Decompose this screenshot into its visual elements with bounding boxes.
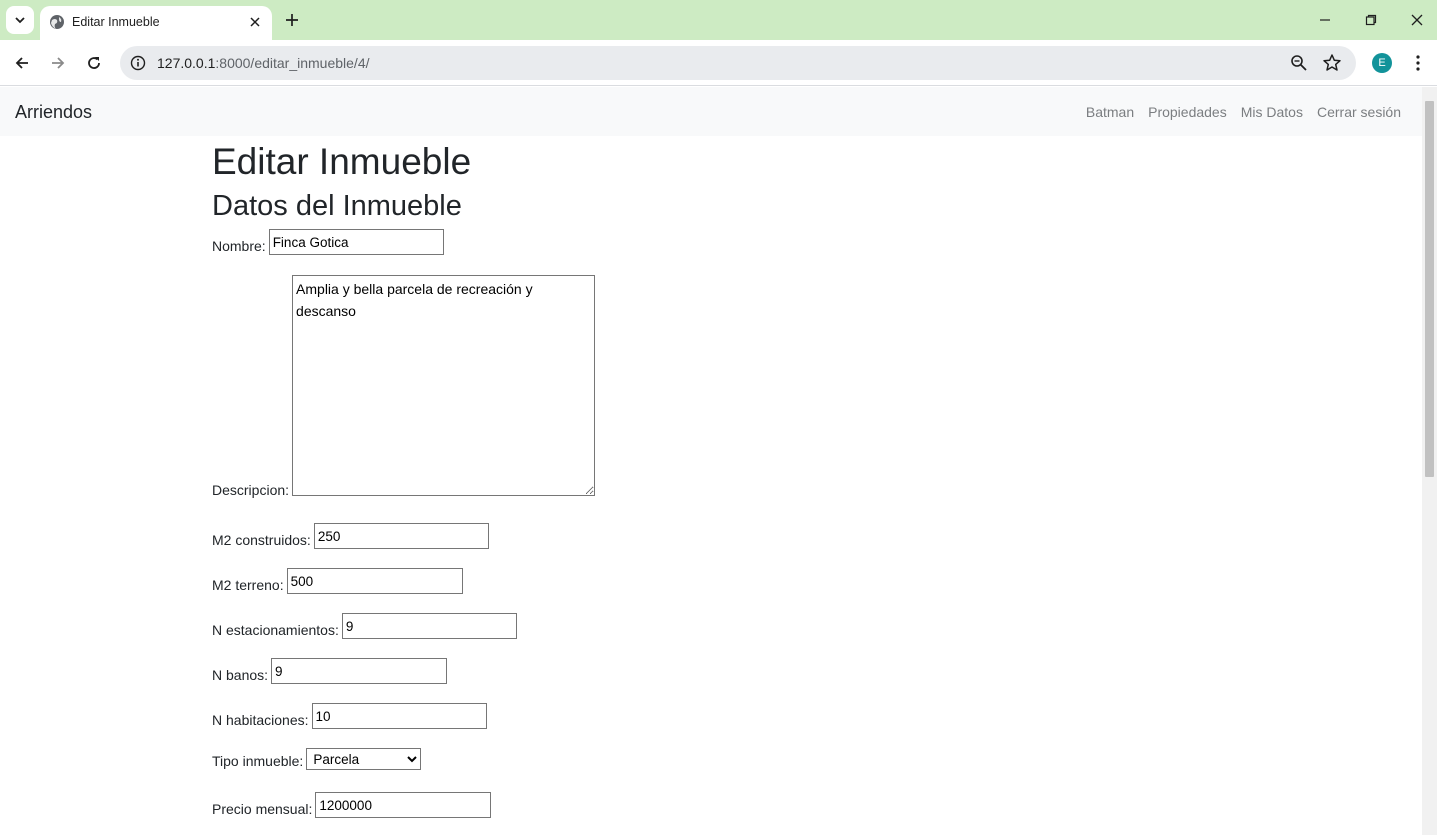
nombre-input[interactable] (268, 229, 444, 255)
site-navbar: Arriendos Batman Propiedades Mis Datos C… (0, 87, 1422, 136)
zoom-icon[interactable] (1290, 54, 1308, 72)
section-title: Datos del Inmueble (212, 190, 462, 222)
estacionamientos-input[interactable] (341, 613, 517, 639)
chevron-down-icon (15, 17, 25, 24)
profile-avatar[interactable]: E (1372, 53, 1392, 73)
nombre-label: Nombre: (212, 238, 266, 254)
descripcion-label: Descripcion: (212, 482, 290, 498)
nav-link-cerrar-sesion[interactable]: Cerrar sesión (1317, 103, 1401, 121)
close-tab-icon[interactable] (246, 13, 264, 31)
address-bar[interactable]: 127.0.0.1:8000/editar_inmueble/4/ (120, 46, 1356, 80)
m2-terreno-input[interactable] (286, 568, 463, 594)
banos-label: N banos: (212, 667, 269, 683)
precio-mensual-field-row: Precio mensual: (212, 792, 492, 818)
banos-field-row: N banos: (212, 658, 448, 684)
browser-tab-active[interactable]: Editar Inmueble (40, 6, 272, 40)
page-viewport: Arriendos Batman Propiedades Mis Datos C… (0, 87, 1422, 835)
descripcion-field-row: Descripcion: Amplia y bella parcela de r… (212, 275, 596, 498)
restore-icon[interactable] (1359, 8, 1383, 32)
page-title: Editar Inmueble (212, 141, 472, 182)
bookmark-star-icon[interactable] (1322, 53, 1342, 73)
habitaciones-field-row: N habitaciones: (212, 703, 487, 729)
reload-icon[interactable] (82, 51, 106, 75)
banos-input[interactable] (271, 658, 448, 684)
nav-link-user[interactable]: Batman (1086, 103, 1134, 121)
nav-link-mis-datos[interactable]: Mis Datos (1241, 103, 1303, 121)
m2-terreno-field-row: M2 terreno: (212, 568, 463, 594)
url-text: 127.0.0.1:8000/editar_inmueble/4/ (157, 55, 370, 71)
m2-construidos-field-row: M2 construidos: (212, 523, 489, 549)
tab-title: Editar Inmueble (72, 15, 160, 29)
browser-tabstrip: Editar Inmueble (0, 0, 1437, 40)
new-tab-icon[interactable] (282, 10, 302, 30)
estacionamientos-field-row: N estacionamientos: (212, 613, 517, 639)
close-window-icon[interactable] (1405, 8, 1429, 32)
site-info-icon[interactable] (128, 53, 148, 73)
m2-terreno-label: M2 terreno: (212, 577, 284, 593)
navbar-brand[interactable]: Arriendos (15, 101, 92, 123)
tab-search-button[interactable] (6, 6, 34, 34)
estacionamientos-label: N estacionamientos: (212, 622, 339, 638)
navbar-links: Batman Propiedades Mis Datos Cerrar sesi… (1086, 103, 1401, 121)
precio-mensual-label: Precio mensual: (212, 801, 313, 817)
tipo-inmueble-label: Tipo inmueble: (212, 753, 304, 769)
tipo-inmueble-field-row: Tipo inmueble: Parcela (212, 748, 422, 770)
m2-construidos-label: M2 construidos: (212, 532, 311, 548)
scrollbar-thumb[interactable] (1425, 101, 1434, 477)
m2-construidos-input[interactable] (313, 523, 489, 549)
nombre-field-row: Nombre: (212, 229, 444, 255)
globe-icon (50, 15, 64, 29)
forward-arrow-icon[interactable] (46, 51, 70, 75)
tipo-inmueble-select[interactable]: Parcela (306, 748, 422, 770)
back-arrow-icon[interactable] (10, 51, 34, 75)
descripcion-textarea[interactable]: Amplia y bella parcela de recreación y d… (292, 275, 596, 496)
minimize-icon[interactable] (1313, 8, 1337, 32)
more-menu-icon[interactable] (1408, 53, 1428, 73)
habitaciones-input[interactable] (311, 703, 487, 729)
precio-mensual-input[interactable] (315, 792, 492, 818)
page-scrollbar[interactable] (1422, 87, 1437, 835)
browser-toolbar: 127.0.0.1:8000/editar_inmueble/4/ E (0, 40, 1437, 86)
nav-link-propiedades[interactable]: Propiedades (1148, 103, 1227, 121)
habitaciones-label: N habitaciones: (212, 712, 309, 728)
